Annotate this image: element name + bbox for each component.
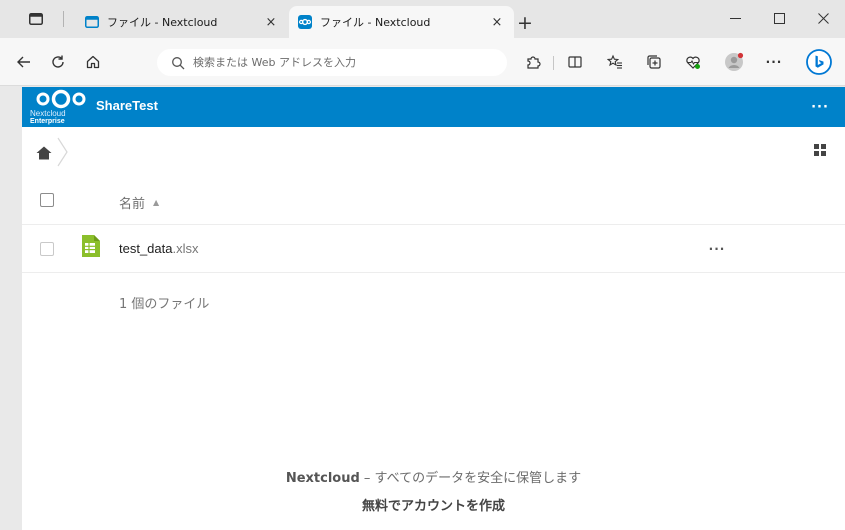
favorites-button[interactable] (602, 49, 628, 75)
minimize-button[interactable] (713, 4, 757, 32)
maximize-icon (773, 12, 785, 24)
nextcloud-logo-icon (36, 89, 86, 109)
split-screen-icon (568, 56, 582, 68)
logo-text-enterprise: Enterprise (30, 118, 65, 125)
nextcloud-favicon-icon (298, 15, 312, 29)
logo-text-nextcloud: Nextcloud (30, 109, 66, 118)
file-actions-menu-button[interactable]: ··· (704, 237, 730, 261)
tab-files-inactive[interactable]: ファイル - Nextcloud × (76, 6, 288, 38)
share-title: ShareTest (96, 98, 158, 113)
collections-button[interactable] (641, 49, 667, 75)
browser-essentials-button[interactable] (680, 49, 706, 75)
sort-ascending-icon: ▲ (153, 198, 160, 207)
toolbar-divider (553, 56, 554, 70)
file-row[interactable]: test_data.xlsx ··· (22, 225, 845, 273)
close-window-button[interactable] (801, 4, 845, 32)
folder-favicon-icon (85, 16, 99, 28)
home-button[interactable] (80, 49, 106, 75)
favorites-star-icon (607, 54, 622, 69)
nextcloud-logo[interactable]: Nextcloud Enterprise (24, 88, 90, 126)
more-icon: ··· (765, 55, 783, 69)
footer-brand[interactable]: Nextcloud (286, 471, 360, 486)
avatar-icon (725, 52, 744, 71)
file-list-header: 名前 ▲ (22, 177, 845, 225)
tab-close-button[interactable]: × (260, 11, 282, 33)
settings-more-button[interactable]: ··· (761, 49, 787, 75)
arrow-left-icon (17, 56, 30, 68)
new-tab-button[interactable]: + (514, 12, 536, 34)
close-icon (817, 12, 829, 24)
refresh-icon (52, 55, 64, 68)
refresh-button[interactable] (45, 49, 71, 75)
split-screen-button[interactable] (562, 49, 588, 75)
name-column-label: 名前 (119, 197, 146, 212)
home-breadcrumb-icon[interactable] (36, 146, 52, 160)
bing-copilot-icon (806, 49, 832, 75)
spreadsheet-icon (82, 235, 100, 257)
file-checkbox[interactable] (40, 242, 54, 256)
tab-title: ファイル - Nextcloud (107, 16, 218, 29)
address-bar[interactable] (157, 49, 507, 76)
address-input[interactable] (193, 56, 493, 69)
bing-chat-button[interactable] (804, 47, 834, 77)
file-name[interactable]: test_data.xlsx (119, 241, 199, 256)
breadcrumb-chevron-icon (57, 137, 68, 167)
web-page: Nextcloud Enterprise ShareTest ··· 名前 ▲ (22, 87, 845, 530)
file-basename: test_data (119, 241, 173, 256)
tab-actions-button[interactable] (26, 9, 46, 29)
tab-actions-icon (29, 13, 43, 25)
footer-tagline: Nextcloud – すべてのデータを安全に保管します (22, 467, 845, 486)
collections-icon (647, 55, 661, 69)
tab-files-active[interactable]: ファイル - Nextcloud × (289, 6, 514, 38)
minimize-icon (729, 17, 741, 19)
select-all-checkbox[interactable] (40, 193, 54, 207)
file-extension: .xlsx (172, 241, 199, 256)
nextcloud-header: Nextcloud Enterprise ShareTest ··· (22, 87, 845, 127)
home-icon (86, 55, 100, 69)
profile-button[interactable] (721, 49, 747, 75)
footer-tagline-text: – すべてのデータを安全に保管します (359, 471, 582, 486)
header-menu-button[interactable]: ··· (805, 93, 835, 121)
heart-pulse-icon (686, 56, 700, 69)
maximize-button[interactable] (757, 4, 801, 32)
name-column-header[interactable]: 名前 ▲ (119, 193, 159, 212)
file-count-summary: 1 個のファイル (119, 297, 210, 312)
tab-separator (63, 11, 64, 27)
back-button[interactable] (11, 49, 37, 75)
create-account-link[interactable]: 無料でアカウントを作成 (22, 495, 845, 514)
extensions-button[interactable] (520, 49, 546, 75)
extensions-icon (527, 56, 541, 69)
files-controls (22, 127, 845, 177)
browser-toolbar: ··· (0, 38, 845, 86)
tab-actions-area (29, 10, 70, 28)
browser-tab-strip: ファイル - Nextcloud × ファイル - Nextcloud × + (0, 0, 845, 38)
grid-view-icon[interactable] (812, 142, 828, 158)
tab-close-button[interactable]: × (486, 11, 508, 33)
search-icon (172, 56, 185, 69)
tab-title: ファイル - Nextcloud (320, 16, 431, 29)
